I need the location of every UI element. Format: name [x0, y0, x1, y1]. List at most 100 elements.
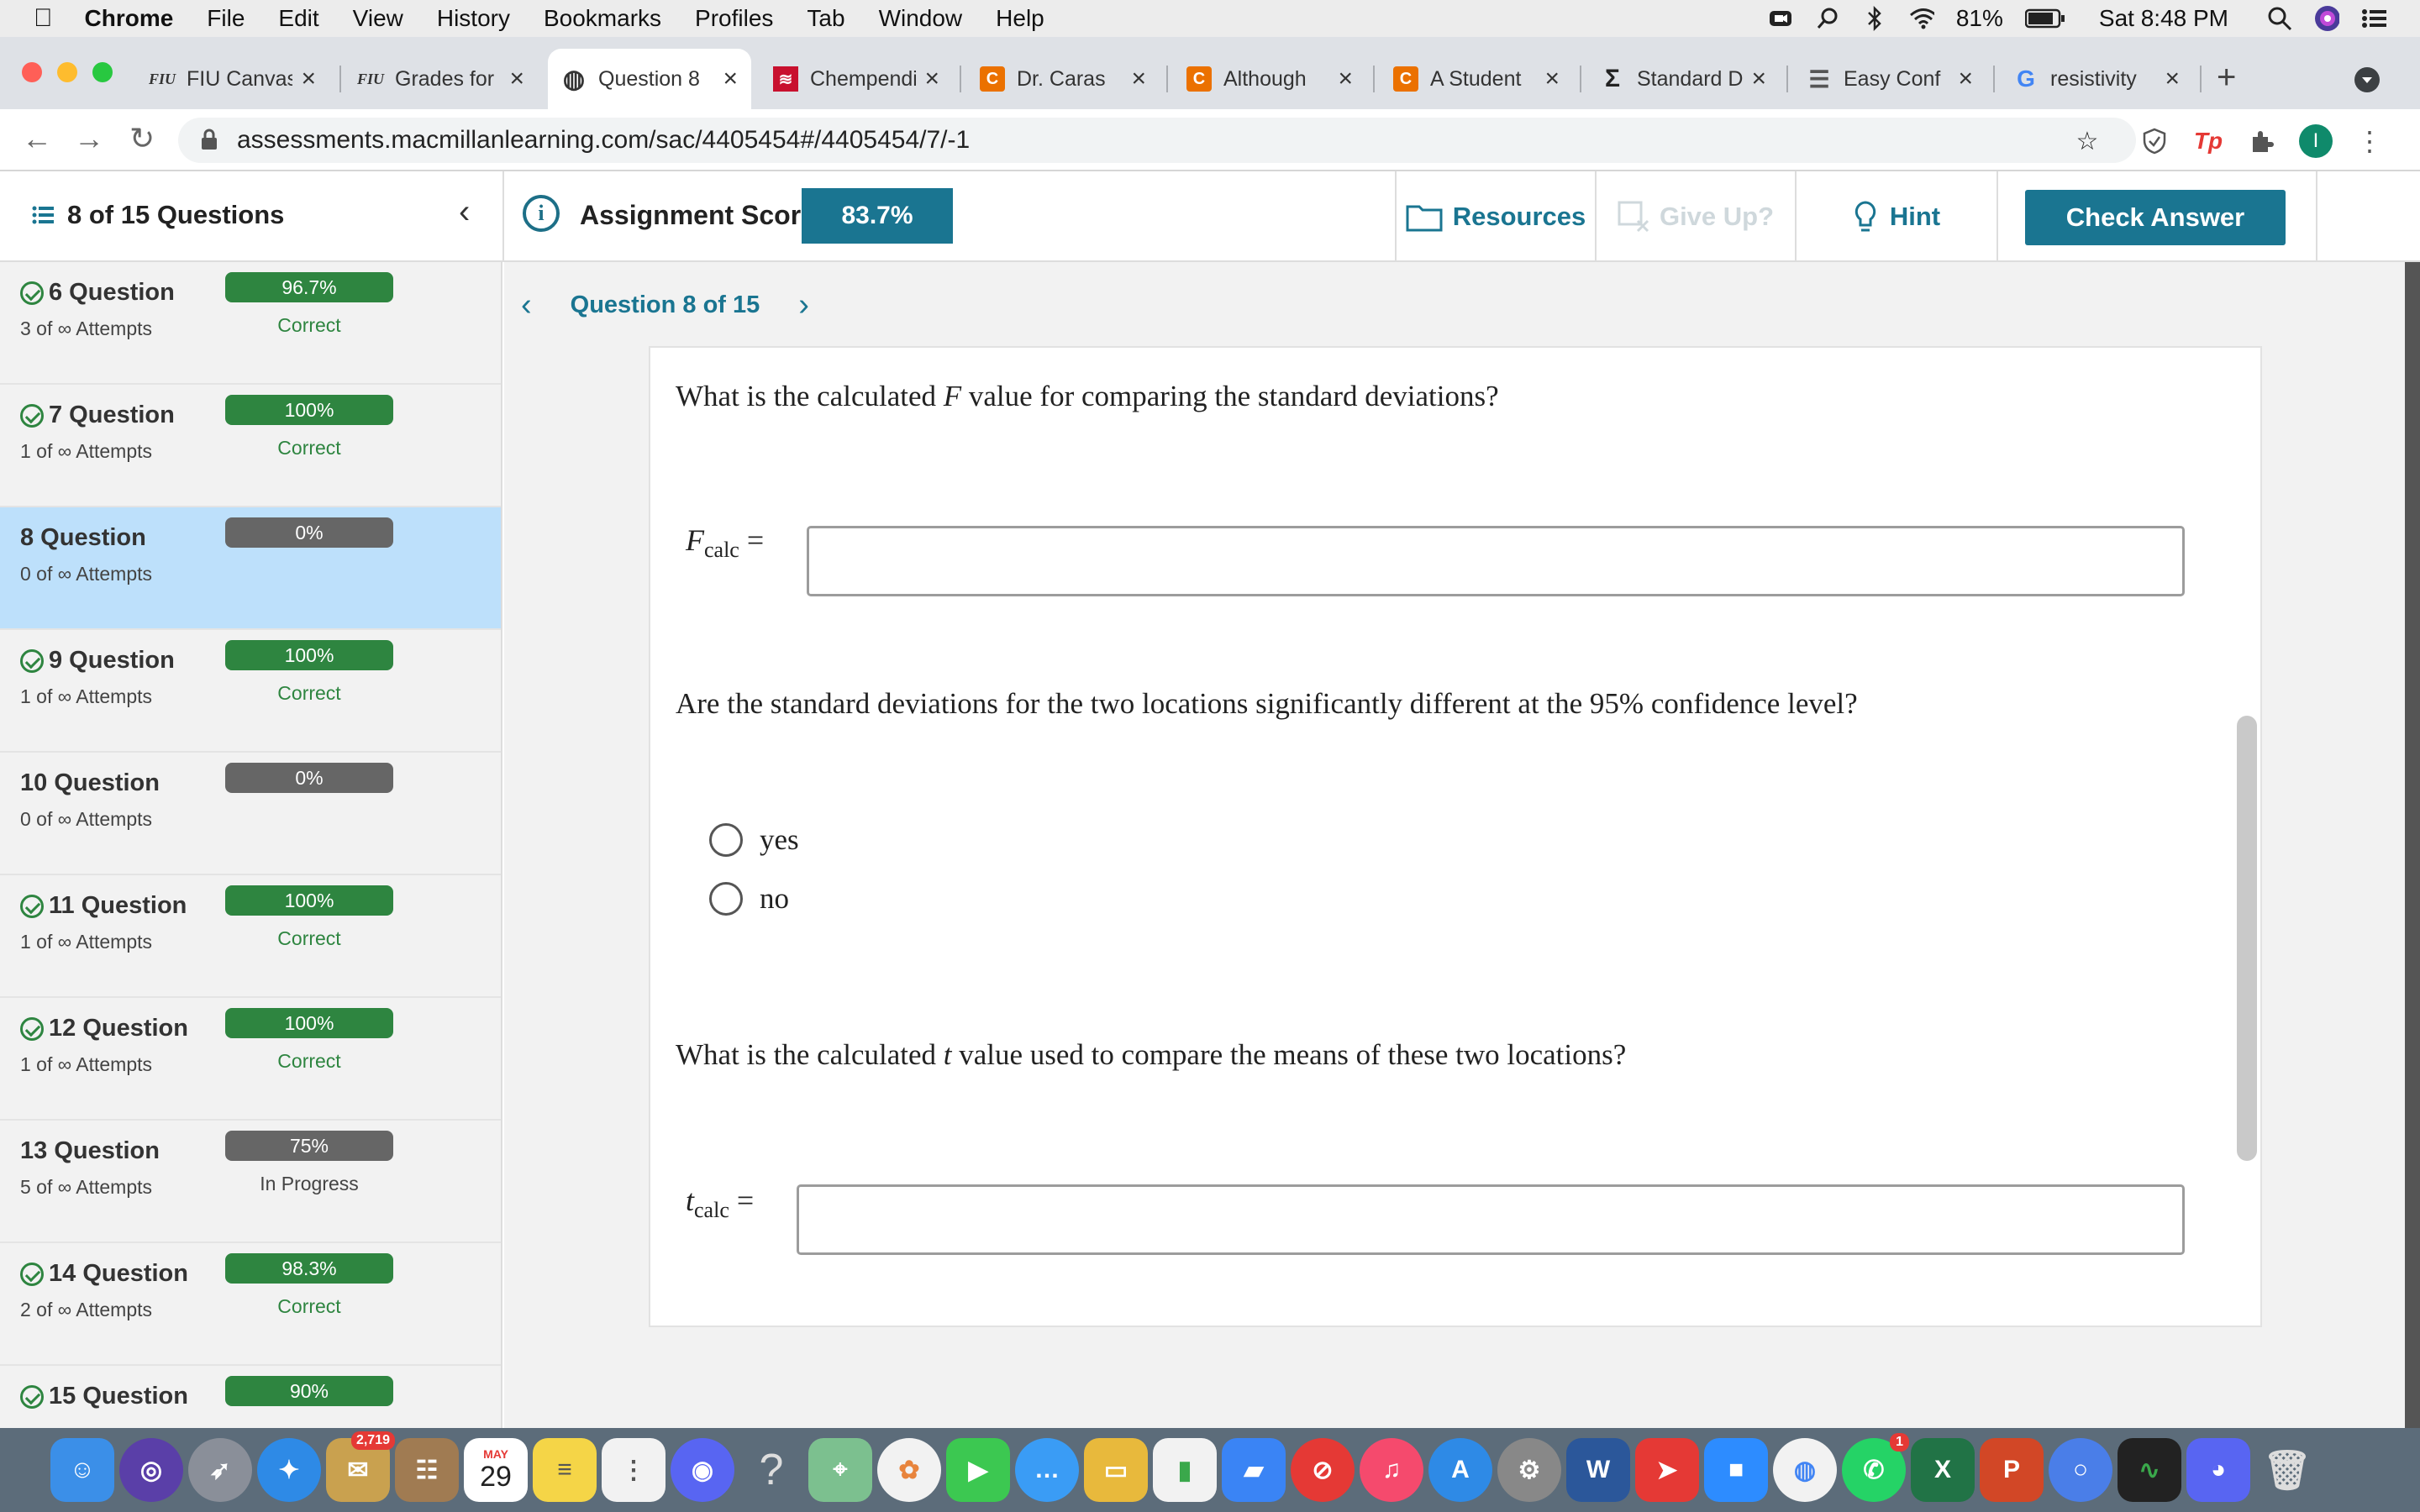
- f-calc-input[interactable]: [807, 526, 2185, 596]
- zoom-window-button[interactable]: [92, 62, 113, 82]
- close-tab-icon[interactable]: ×: [1751, 65, 1766, 93]
- bluetooth-icon[interactable]: [1862, 6, 1887, 31]
- discord-icon[interactable]: ◉: [671, 1438, 734, 1502]
- menu-history[interactable]: History: [437, 5, 510, 32]
- siri-icon[interactable]: [2314, 6, 2339, 31]
- sidebar-question-row[interactable]: 7 Question 1 of ∞ Attempts 100% Correct: [0, 385, 501, 507]
- pdf-expert-icon[interactable]: ➤: [1635, 1438, 1699, 1502]
- close-tab-icon[interactable]: ×: [1131, 65, 1146, 93]
- next-question-chevron-icon[interactable]: ›: [798, 287, 809, 323]
- close-tab-icon[interactable]: ×: [301, 65, 316, 93]
- zoom-icon[interactable]: ■: [1704, 1438, 1768, 1502]
- menu-view[interactable]: View: [353, 5, 403, 32]
- numbers-icon[interactable]: ▮: [1153, 1438, 1217, 1502]
- photos-icon[interactable]: ✿: [877, 1438, 941, 1502]
- address-bar[interactable]: assessments.macmillanlearning.com/sac/44…: [178, 118, 2136, 163]
- sidebar-question-row[interactable]: 12 Question 1 of ∞ Attempts 100% Correct: [0, 998, 501, 1121]
- excel-icon[interactable]: X: [1911, 1438, 1975, 1502]
- sidebar-question-row[interactable]: 15 Question 90%: [0, 1366, 501, 1428]
- extensions-puzzle-icon[interactable]: [2245, 124, 2279, 158]
- option-yes[interactable]: yes: [709, 823, 799, 857]
- apple-menu-icon[interactable]: : [34, 4, 53, 33]
- trash-icon[interactable]: 🗑: [2255, 1438, 2319, 1502]
- menu-window[interactable]: Window: [879, 5, 963, 32]
- tab-search-chevron-icon[interactable]: [2354, 67, 2380, 92]
- radio-no[interactable]: [709, 882, 743, 916]
- whatsapp-icon[interactable]: ✆ 1: [1842, 1433, 1909, 1502]
- system-preferences-icon[interactable]: ⚙: [1497, 1438, 1561, 1502]
- menu-chrome[interactable]: Chrome: [85, 5, 174, 32]
- close-tab-icon[interactable]: ×: [2165, 65, 2180, 93]
- sidebar-question-row[interactable]: 6 Question 3 of ∞ Attempts 96.7% Correct: [0, 262, 501, 385]
- video-icon[interactable]: [1768, 6, 1793, 31]
- finder-icon[interactable]: ☺: [50, 1438, 114, 1502]
- resources-button[interactable]: Resources: [1395, 171, 1595, 262]
- tab-although[interactable]: C Although ×: [1173, 49, 1366, 109]
- profile-avatar-icon[interactable]: I: [2299, 124, 2333, 158]
- give-up-button[interactable]: Give Up?: [1595, 171, 1795, 262]
- notes-icon[interactable]: ≡: [533, 1438, 597, 1502]
- close-tab-icon[interactable]: ×: [924, 65, 939, 93]
- more-menu-icon[interactable]: ⋮: [2353, 124, 2386, 158]
- tab-standard-deviation[interactable]: Σ Standard D ×: [1586, 49, 1780, 109]
- menu-bookmarks[interactable]: Bookmarks: [544, 5, 661, 32]
- content-scrollbar[interactable]: [2237, 716, 2257, 1161]
- radio-yes[interactable]: [709, 823, 743, 857]
- shield-extension-icon[interactable]: [2138, 124, 2171, 158]
- close-window-button[interactable]: [22, 62, 42, 82]
- menu-file[interactable]: File: [207, 5, 245, 32]
- back-arrow-icon[interactable]: ←: [22, 121, 52, 156]
- bookmark-star-icon[interactable]: ☆: [2070, 124, 2104, 158]
- app-store-icon[interactable]: A: [1428, 1438, 1492, 1502]
- close-tab-icon[interactable]: ×: [1544, 65, 1560, 93]
- wifi-icon[interactable]: [1909, 6, 1934, 31]
- activity-monitor-icon[interactable]: ∿: [2118, 1438, 2181, 1502]
- menu-edit[interactable]: Edit: [278, 5, 318, 32]
- battery-icon[interactable]: [2024, 6, 2065, 31]
- keynote-icon[interactable]: ▰: [1222, 1438, 1286, 1502]
- search-icon[interactable]: [2267, 6, 2292, 31]
- question-list-toggle[interactable]: 8 of 15 Questions: [32, 200, 284, 230]
- forward-arrow-icon[interactable]: →: [74, 121, 104, 156]
- photos-mail-icon[interactable]: ✉ 2,719: [326, 1431, 395, 1502]
- word-icon[interactable]: W: [1566, 1438, 1630, 1502]
- tab-dr-caras[interactable]: C Dr. Caras ×: [966, 49, 1160, 109]
- sidebar-question-row[interactable]: 9 Question 1 of ∞ Attempts 100% Correct: [0, 630, 501, 753]
- launchpad-icon[interactable]: ➶: [188, 1438, 252, 1502]
- powerpoint-icon[interactable]: P: [1980, 1438, 2044, 1502]
- safari-icon[interactable]: ✦: [257, 1438, 321, 1502]
- contacts-icon[interactable]: ☷: [395, 1438, 459, 1502]
- control-center-icon[interactable]: [2361, 6, 2386, 31]
- sidebar-question-row[interactable]: 8 Question 0 of ∞ Attempts 0%: [0, 507, 501, 630]
- reload-icon[interactable]: ↻: [129, 121, 155, 156]
- menu-tab[interactable]: Tab: [807, 5, 844, 32]
- tab-a-student[interactable]: C A Student ×: [1380, 49, 1573, 109]
- sidebar-question-row[interactable]: 11 Question 1 of ∞ Attempts 100% Correct: [0, 875, 501, 998]
- maps-icon[interactable]: ⌖: [808, 1438, 872, 1502]
- info-icon[interactable]: i: [523, 195, 560, 232]
- calendar-icon[interactable]: MAY 29: [464, 1438, 528, 1502]
- chrome-canary-icon[interactable]: ○: [2049, 1438, 2112, 1502]
- preview-icon[interactable]: ▭: [1084, 1438, 1148, 1502]
- tab-resistivity[interactable]: G resistivity ×: [2000, 49, 2193, 109]
- tab-fiu-canvas[interactable]: FIU FIU Canvas ×: [136, 49, 329, 109]
- close-tab-icon[interactable]: ×: [1338, 65, 1353, 93]
- previous-question-chevron-icon[interactable]: ‹: [521, 287, 532, 323]
- close-tab-icon[interactable]: ×: [509, 65, 524, 93]
- close-tab-icon[interactable]: ×: [1958, 65, 1973, 93]
- new-tab-plus-icon[interactable]: +: [2217, 59, 2236, 97]
- option-no[interactable]: no: [709, 882, 789, 916]
- music-icon[interactable]: ♫: [1360, 1438, 1423, 1502]
- menu-help[interactable]: Help: [996, 5, 1044, 32]
- check-answer-button[interactable]: Check Answer: [2025, 190, 2286, 245]
- chrome-icon[interactable]: ◍: [1773, 1438, 1837, 1502]
- help-icon[interactable]: ?: [739, 1438, 803, 1502]
- tab-easy-conf[interactable]: ☰ Easy Conf ×: [1793, 49, 1986, 109]
- reminders-icon[interactable]: ⋮: [602, 1438, 666, 1502]
- sidebar-question-row[interactable]: 10 Question 0 of ∞ Attempts 0%: [0, 753, 501, 875]
- minimize-window-button[interactable]: [57, 62, 77, 82]
- discord-app-icon[interactable]: ◕: [2186, 1438, 2250, 1502]
- menu-profiles[interactable]: Profiles: [695, 5, 773, 32]
- collapse-sidebar-chevron-icon[interactable]: ‹: [459, 193, 470, 231]
- tab-chempendix[interactable]: ≋ Chempendix ×: [760, 49, 953, 109]
